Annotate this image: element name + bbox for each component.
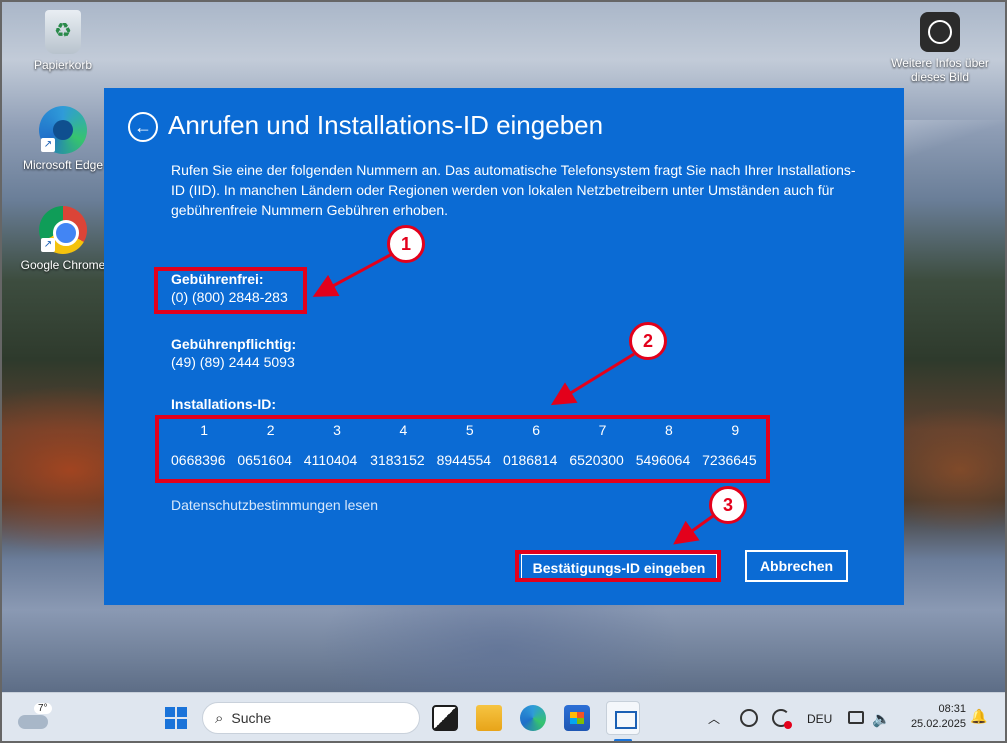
camera-icon	[920, 12, 960, 52]
weather-widget[interactable]: 7°	[14, 701, 54, 735]
enter-confirmation-id-button[interactable]: Bestätigungs-ID eingeben	[521, 554, 717, 582]
desktop-icon-label: Papierkorb	[33, 58, 93, 72]
back-arrow-icon[interactable]: ←	[128, 112, 158, 142]
file-explorer-icon[interactable]	[476, 705, 502, 731]
edge-icon: ↗	[39, 106, 87, 154]
toll-label: Gebührenpflichtig:	[171, 336, 297, 352]
desktop-icon-edge[interactable]: ↗ Microsoft Edge	[18, 106, 108, 172]
chevron-up-icon[interactable]: ︿	[708, 693, 720, 743]
iid-block-number: 6	[532, 422, 541, 438]
toll-free-number: (0) (800) 2848-283	[171, 289, 288, 305]
annotation-badge-1: 1	[387, 225, 425, 263]
chrome-icon: ↗	[39, 206, 87, 254]
search-placeholder: Suche	[231, 710, 272, 726]
store-icon[interactable]	[564, 705, 590, 731]
privacy-link[interactable]: Datenschutzbestimmungen lesen	[171, 497, 378, 513]
dialog-title: Anrufen und Installations-ID eingeben	[168, 110, 604, 140]
search-icon: ⌕	[215, 709, 224, 727]
desktop-icon-image-info[interactable]: Weitere Infos über dieses Bild	[890, 12, 990, 84]
update-icon[interactable]	[772, 709, 792, 729]
edge-taskbar-icon[interactable]	[520, 705, 546, 731]
toll-number: (49) (89) 2444 5093	[171, 354, 295, 370]
iid-block-number: 4	[399, 422, 408, 438]
iid-block-value: 0651604	[237, 452, 292, 468]
installation-id-grid: 1 2 3 4 5 6 7 8 9 0668396 0651604 411040…	[171, 422, 769, 468]
language-indicator[interactable]: DEU	[807, 693, 832, 743]
iid-block-number: 8	[665, 422, 673, 438]
toll-free-section: Gebührenfrei: (0) (800) 2848-283	[171, 271, 288, 305]
desktop-icon-label: Weitere Infos über dieses Bild	[891, 56, 989, 84]
notification-bell-icon[interactable]: 🔔	[970, 708, 987, 725]
clock[interactable]: 08:31 25.02.2025	[902, 702, 966, 732]
taskbar: 7° ⌕ Suche ︿ DEU 🔈 08:31 25.02.2025 🔔	[0, 692, 1007, 743]
iid-block-value: 3183152	[370, 452, 425, 468]
iid-block-value: 7236645	[702, 452, 757, 468]
toll-section: Gebührenpflichtig: (49) (89) 2444 5093	[171, 336, 296, 370]
annotation-badge-3: 3	[709, 486, 747, 524]
cloud-icon	[18, 715, 48, 729]
clock-time: 08:31	[938, 703, 966, 715]
iid-block-value: 5496064	[635, 452, 691, 468]
task-view-icon[interactable]	[432, 705, 458, 731]
iid-block-value: 6520300	[569, 452, 624, 468]
desktop-icon-label: Microsoft Edge	[22, 158, 104, 172]
iid-block-value: 0186814	[502, 452, 558, 468]
windows-start-icon[interactable]	[165, 707, 187, 729]
taskbar-search-box[interactable]: ⌕ Suche	[202, 702, 420, 734]
annotation-badge-2: 2	[629, 322, 667, 360]
toll-free-label: Gebührenfrei:	[171, 271, 264, 287]
iid-block-number: 2	[266, 422, 275, 438]
installation-id-label: Installations-ID:	[171, 396, 277, 412]
iid-block-value: 0668396	[171, 452, 226, 468]
network-icon[interactable]	[848, 711, 864, 724]
activation-dialog: ← Anrufen und Installations-ID eingeben …	[104, 88, 904, 605]
dialog-description: Rufen Sie eine der folgenden Nummern an.…	[171, 162, 856, 218]
desktop-icon-label: Google Chrome	[20, 258, 106, 272]
weather-temperature: 7°	[34, 703, 52, 714]
shortcut-arrow-icon: ↗	[41, 138, 55, 152]
recycle-bin-icon	[45, 10, 81, 54]
shortcut-arrow-icon: ↗	[41, 238, 55, 252]
iid-block-number: 1	[200, 422, 209, 438]
activation-app-icon[interactable]	[606, 701, 640, 735]
iid-block-number: 3	[333, 422, 341, 438]
volume-icon[interactable]: 🔈	[872, 693, 891, 743]
iid-block-value: 8944554	[436, 452, 492, 468]
sync-icon[interactable]	[740, 709, 758, 727]
iid-block-number: 5	[465, 422, 474, 438]
iid-block-value: 4110404	[303, 452, 358, 468]
cancel-button[interactable]: Abbrechen	[745, 550, 848, 582]
clock-date: 25.02.2025	[910, 718, 966, 730]
desktop-icon-recycle-bin[interactable]: Papierkorb	[18, 10, 108, 72]
desktop-icon-chrome[interactable]: ↗ Google Chrome	[18, 206, 108, 272]
active-app-indicator	[614, 739, 632, 742]
iid-block-number: 7	[598, 422, 607, 438]
iid-block-number: 9	[731, 422, 740, 438]
